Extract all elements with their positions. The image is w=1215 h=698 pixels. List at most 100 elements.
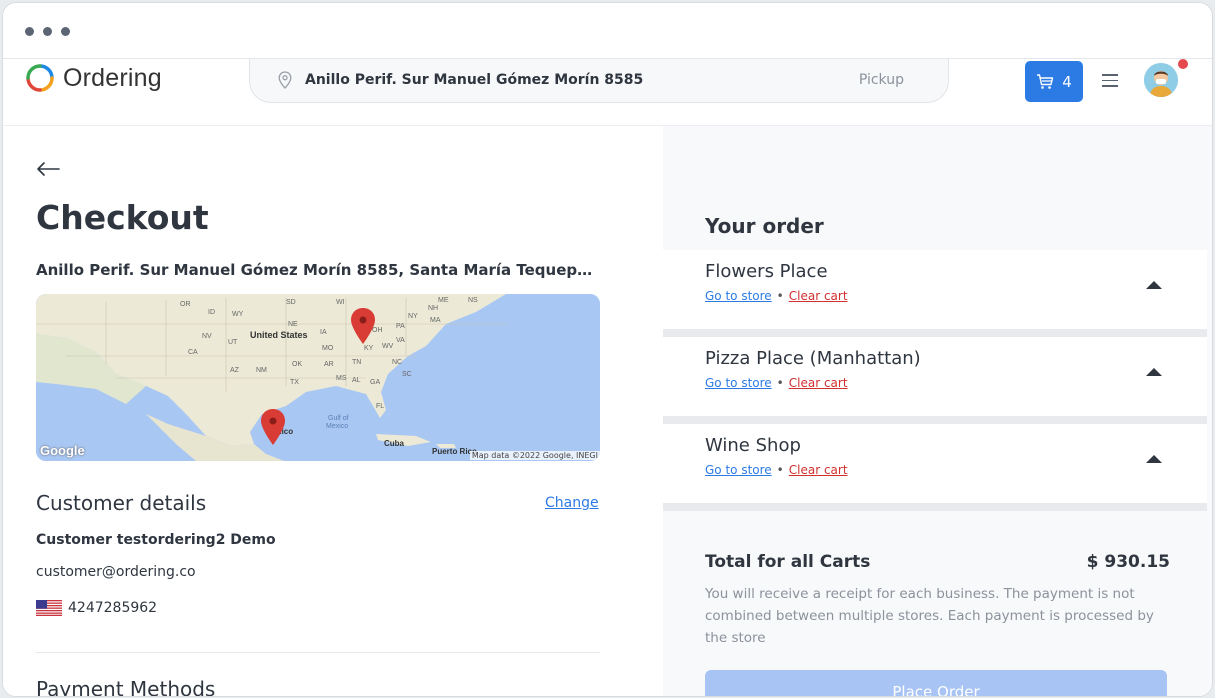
customer-phone-row: 4247285962: [36, 600, 157, 616]
svg-text:NE: NE: [288, 321, 298, 328]
svg-text:AR: AR: [324, 361, 334, 368]
customer-details-heading: Customer details: [36, 491, 207, 515]
section-gap: [663, 503, 1207, 511]
svg-text:TN: TN: [352, 359, 361, 366]
customer-name: Customer testordering2 Demo: [36, 532, 276, 548]
total-label: Total for all Carts: [705, 552, 871, 572]
svg-text:TX: TX: [290, 379, 299, 386]
divider: [36, 652, 600, 653]
your-order-heading: Your order: [705, 214, 824, 238]
svg-text:Cuba: Cuba: [384, 439, 405, 448]
customer-phone: 4247285962: [68, 600, 158, 616]
separator: •: [776, 376, 784, 390]
collapse-caret-icon[interactable]: [1146, 281, 1162, 289]
svg-text:NY: NY: [408, 313, 418, 320]
place-order-button[interactable]: Place Order: [705, 670, 1167, 696]
cart-button[interactable]: 4: [1025, 61, 1083, 102]
collapse-caret-icon[interactable]: [1146, 368, 1162, 376]
svg-text:SC: SC: [402, 371, 412, 378]
us-flag-icon: [36, 600, 62, 616]
clear-cart-link[interactable]: Clear cart: [789, 376, 848, 390]
window-controls: [25, 27, 70, 36]
svg-text:OH: OH: [372, 327, 383, 334]
svg-text:ME: ME: [438, 297, 449, 304]
svg-text:NV: NV: [202, 333, 212, 340]
business-name: Pizza Place (Manhattan): [705, 348, 921, 369]
total-value: $ 930.15: [1086, 552, 1170, 572]
address-selector[interactable]: Anillo Perif. Sur Manuel Gómez Morín 858…: [249, 59, 949, 103]
svg-text:PA: PA: [396, 323, 405, 330]
svg-text:MS: MS: [336, 375, 347, 382]
cart-links: Go to store • Clear cart: [705, 289, 848, 303]
svg-text:United States: United States: [250, 330, 308, 340]
svg-text:IA: IA: [320, 329, 327, 336]
section-gap: [663, 416, 1207, 424]
svg-text:WI: WI: [336, 299, 345, 306]
svg-text:ID: ID: [208, 309, 215, 316]
svg-text:WY: WY: [232, 311, 244, 318]
page-title: Checkout: [36, 198, 209, 237]
order-type[interactable]: Pickup: [859, 72, 904, 88]
change-customer-link[interactable]: Change: [545, 495, 599, 511]
cart-links: Go to store • Clear cart: [705, 376, 848, 390]
svg-text:WV: WV: [382, 343, 394, 350]
user-avatar-icon: [1144, 63, 1178, 97]
collapse-caret-icon[interactable]: [1146, 455, 1162, 463]
svg-text:OR: OR: [180, 301, 191, 308]
svg-text:MA: MA: [430, 317, 441, 324]
app-header: Ordering Anillo Perif. Sur Manuel Gómez …: [3, 59, 1212, 126]
go-to-store-link[interactable]: Go to store: [705, 463, 772, 477]
svg-text:FL: FL: [376, 403, 384, 410]
svg-text:GA: GA: [370, 379, 380, 386]
svg-text:MO: MO: [322, 345, 334, 352]
svg-text:KY: KY: [364, 345, 374, 352]
business-cart[interactable]: Pizza Place (Manhattan) Go to store • Clea…: [663, 337, 1207, 416]
window-dot-icon[interactable]: [61, 27, 70, 36]
arrow-left-icon[interactable]: [36, 158, 60, 183]
svg-text:AL: AL: [352, 377, 361, 384]
map-copyright[interactable]: Map data ©2022 Google, INEGI: [469, 451, 600, 460]
separator: •: [776, 289, 784, 303]
map-image: ORID WY SDNE NVUTCA AZ NMTX OKIAMO ARMS AL …: [36, 294, 600, 461]
cart-count: 4: [1062, 72, 1072, 91]
ordering-logo-icon: [26, 64, 54, 92]
svg-text:OK: OK: [292, 361, 302, 368]
cart-icon: [1037, 73, 1054, 89]
window-dot-icon[interactable]: [25, 27, 34, 36]
brand-logo[interactable]: Ordering: [25, 63, 162, 93]
checkout-panel: Checkout Anillo Perif. Sur Manuel Gómez …: [3, 126, 663, 696]
svg-text:UT: UT: [228, 339, 238, 346]
go-to-store-link[interactable]: Go to store: [705, 376, 772, 390]
header-address[interactable]: Anillo Perif. Sur Manuel Gómez Morín 858…: [305, 72, 643, 88]
svg-text:NM: NM: [256, 367, 267, 374]
svg-text:Gulf of: Gulf of: [328, 415, 349, 422]
delivery-address: Anillo Perif. Sur Manuel Gómez Morín 858…: [36, 261, 601, 279]
svg-text:NC: NC: [392, 359, 402, 366]
svg-text:AZ: AZ: [230, 367, 240, 374]
window-dot-icon[interactable]: [43, 27, 52, 36]
avatar[interactable]: [1144, 63, 1178, 97]
business-name: Wine Shop: [705, 435, 801, 456]
location-map[interactable]: OR ID WY SD NE NV UT CA AZ NM TX OK IA MO AR MS AL …: [36, 294, 600, 461]
google-logo: Google: [40, 443, 85, 458]
clear-cart-link[interactable]: Clear cart: [789, 289, 848, 303]
cart-links: Go to store • Clear cart: [705, 463, 848, 477]
business-cart[interactable]: Wine Shop Go to store • Clear cart: [663, 424, 1207, 503]
svg-text:Mexico: Mexico: [326, 423, 348, 430]
svg-text:VA: VA: [396, 337, 405, 344]
business-cart[interactable]: Flowers Place Go to store • Clear cart: [663, 250, 1207, 329]
browser-window: Ordering Anillo Perif. Sur Manuel Gómez …: [2, 2, 1213, 697]
receipt-note: You will receive a receipt for each busi…: [705, 586, 1154, 646]
clear-cart-link[interactable]: Clear cart: [789, 463, 848, 477]
svg-text:SD: SD: [286, 299, 296, 306]
separator: •: [776, 463, 784, 477]
go-to-store-link[interactable]: Go to store: [705, 289, 772, 303]
business-name: Flowers Place: [705, 261, 828, 282]
menu-icon[interactable]: [1102, 74, 1118, 91]
payment-methods-heading: Payment Methods: [36, 677, 216, 697]
brand-name: Ordering: [63, 63, 162, 92]
customer-email: customer@ordering.co: [36, 564, 196, 580]
window-chrome: [3, 3, 1212, 59]
location-pin-icon: [278, 71, 292, 89]
notification-dot: [1178, 59, 1188, 69]
